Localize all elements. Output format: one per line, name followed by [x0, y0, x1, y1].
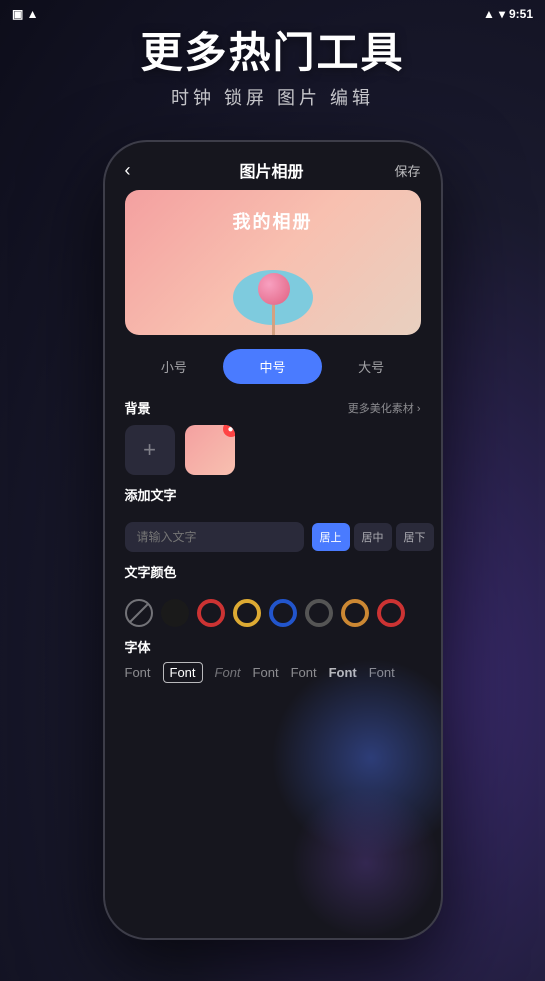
font-item-6[interactable]: Font	[329, 665, 357, 680]
font-item-4[interactable]: Font	[253, 665, 279, 680]
save-button[interactable]: 保存	[394, 161, 420, 180]
time-display: 9:51	[509, 7, 533, 21]
more-materials-link[interactable]: 更多美化素材 ›	[348, 400, 421, 416]
align-middle-btn[interactable]: 居中	[354, 523, 392, 551]
sub-title: 时钟 锁屏 图片 编辑	[0, 84, 545, 110]
background-items: + ●	[125, 425, 421, 475]
text-color-section: 文字颜色	[105, 562, 441, 589]
color-dark[interactable]	[305, 599, 333, 627]
album-title: 我的相册	[125, 208, 421, 234]
font-label: 字体	[125, 637, 421, 656]
page-title-section: 更多热门工具 时钟 锁屏 图片 编辑	[0, 30, 545, 110]
inner-header: ‹ 图片相册 保存	[105, 142, 441, 190]
background-section: 背景 更多美化素材 › + ●	[105, 398, 441, 475]
align-bottom-btn[interactable]: 居下	[396, 523, 434, 551]
size-selector: 小号 中号 大号	[125, 349, 421, 384]
bg-delete-button[interactable]: ●	[223, 425, 235, 437]
size-medium[interactable]: 中号	[223, 349, 322, 384]
phone-wrapper: ‹ 图片相册 保存 我的相册 小号 中号 大号	[103, 140, 443, 940]
color-row	[105, 599, 441, 627]
status-bar: ▣ ▲ ▲ ▾ 9:51	[0, 0, 545, 28]
font-item-1[interactable]: Font	[125, 665, 151, 680]
color-blue[interactable]	[269, 599, 297, 627]
align-top-btn[interactable]: 居上	[312, 523, 350, 551]
size-large[interactable]: 大号	[322, 349, 421, 384]
color-none[interactable]	[125, 599, 153, 627]
lollipop-stick	[272, 305, 275, 335]
bg-add-button[interactable]: +	[125, 425, 175, 475]
color-red2[interactable]	[377, 599, 405, 627]
add-text-label: 添加文字	[125, 485, 177, 504]
color-orange[interactable]	[341, 599, 369, 627]
phone-frame: ‹ 图片相册 保存 我的相册 小号 中号 大号	[103, 140, 443, 940]
text-color-header: 文字颜色	[125, 562, 421, 581]
text-input[interactable]	[125, 522, 304, 552]
text-color-label: 文字颜色	[125, 562, 177, 581]
add-text-section: 添加文字	[105, 485, 441, 512]
text-input-row: 居上 居中 居下	[105, 522, 441, 552]
signal-icon: ▲	[483, 7, 495, 21]
wifi-icon: ▾	[499, 7, 505, 21]
font-section: 字体 Font Font Font Font Font Font Font	[105, 637, 441, 683]
font-item-5[interactable]: Font	[291, 665, 317, 680]
background-label: 背景	[125, 398, 151, 417]
preview-image: 我的相册	[125, 190, 421, 335]
font-item-2[interactable]: Font	[163, 662, 203, 683]
main-title: 更多热门工具	[0, 30, 545, 76]
lollipop-ball	[258, 273, 290, 305]
status-left: ▣ ▲	[12, 7, 39, 21]
bg-thumbnail[interactable]: ●	[185, 425, 235, 475]
color-gold[interactable]	[233, 599, 261, 627]
back-button[interactable]: ‹	[125, 160, 149, 181]
align-buttons: 居上 居中 居下	[312, 523, 434, 551]
status-right: ▲ ▾ 9:51	[483, 7, 533, 21]
color-black[interactable]	[161, 599, 189, 627]
size-small[interactable]: 小号	[125, 349, 224, 384]
add-text-header: 添加文字	[125, 485, 421, 504]
lollipop-decoration	[228, 245, 318, 335]
color-red[interactable]	[197, 599, 225, 627]
font-row: Font Font Font Font Font Font Font	[125, 662, 421, 683]
font-item-7[interactable]: Font	[369, 665, 395, 680]
phone-content: ‹ 图片相册 保存 我的相册 小号 中号 大号	[105, 142, 441, 938]
status-icons-left: ▣ ▲	[12, 7, 39, 21]
inner-phone: ‹ 图片相册 保存 我的相册 小号 中号 大号	[105, 142, 441, 938]
font-item-3[interactable]: Font	[215, 665, 241, 680]
screen-title: 图片相册	[239, 158, 303, 182]
background-header: 背景 更多美化素材 ›	[125, 398, 421, 417]
